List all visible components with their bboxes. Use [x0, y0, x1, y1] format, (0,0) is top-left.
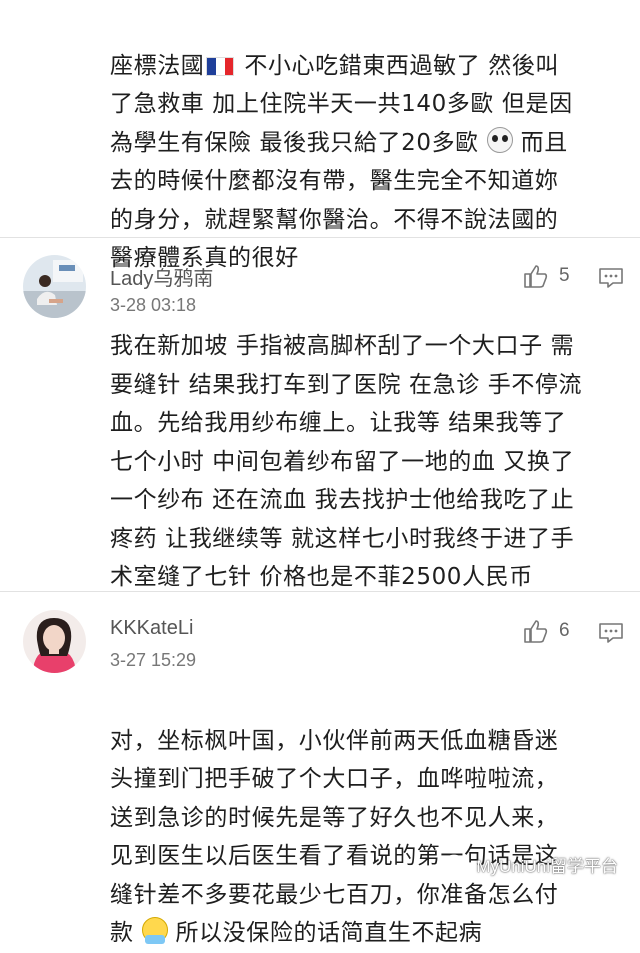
comment-time: 3-28 03:18: [110, 295, 197, 315]
avatar[interactable]: [23, 610, 86, 673]
avatar[interactable]: [23, 255, 86, 318]
wechat-logo-icon: [444, 854, 470, 875]
comment-divider: [0, 237, 640, 238]
like-button[interactable]: 5: [523, 263, 570, 289]
france-flag-icon: [206, 56, 235, 76]
comment-time: 3-27 15:29: [110, 650, 197, 670]
comment-text: 我在新加坡 手指被高脚杯刮了一个大口子 需 要缝针 结果我打车到了医院 在急诊 …: [110, 333, 583, 590]
swim-emoji-icon: [141, 917, 168, 944]
thumbs-up-icon: [524, 265, 548, 288]
comment-icon[interactable]: [598, 621, 624, 645]
thumbs-up-icon: [524, 620, 548, 643]
comment-text: 对，坐标枫叶国，小伙伴前两天低血糖昏迷 头撞到门把手破了个大口子，血哗啦啦流， …: [110, 727, 559, 947]
comment-divider: [0, 591, 640, 592]
comment-icon[interactable]: [598, 266, 624, 290]
username[interactable]: Lady乌鸦南: [110, 262, 213, 291]
like-count: 6: [559, 620, 570, 641]
watermark: MyUniUni留学平台: [444, 852, 618, 877]
like-count: 5: [559, 265, 570, 286]
like-button[interactable]: 6: [523, 618, 570, 644]
username[interactable]: KKKateLi: [110, 617, 193, 640]
panda-emoji-icon: [486, 126, 513, 153]
